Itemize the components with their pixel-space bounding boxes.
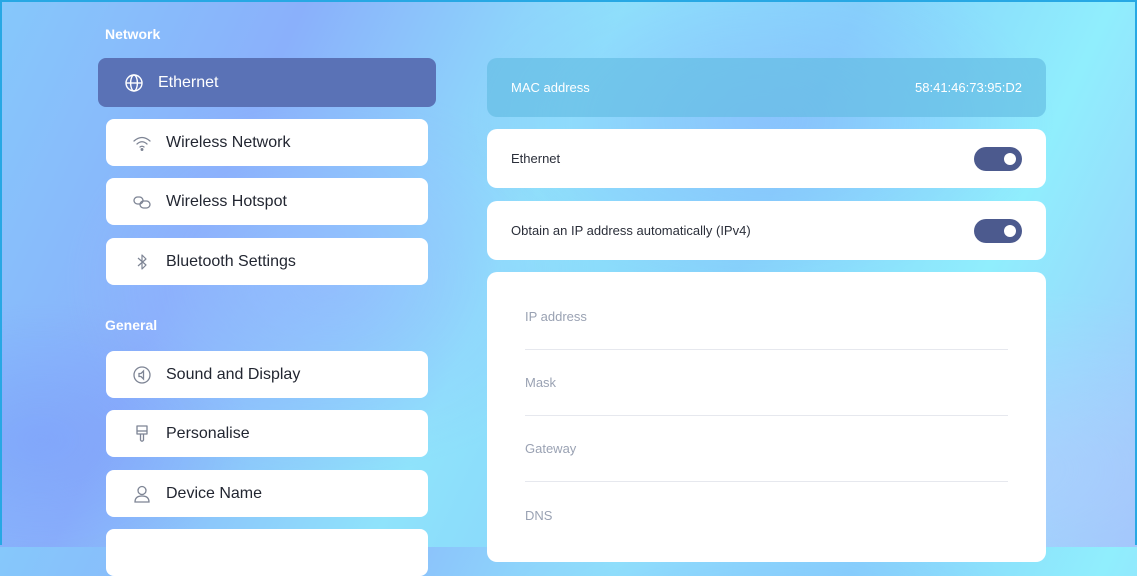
ethernet-toggle-switch[interactable] xyxy=(974,146,1022,171)
sidebar-item-wireless-hotspot[interactable]: Wireless Hotspot xyxy=(106,178,428,225)
sidebar-item-partial[interactable] xyxy=(106,529,428,576)
ethernet-toggle-label: Ethernet xyxy=(511,151,561,166)
toggle-knob xyxy=(1004,152,1016,165)
hotspot-icon xyxy=(132,192,152,212)
ip-address-label: IP address xyxy=(525,309,587,324)
sound-icon xyxy=(132,365,152,385)
toggle-knob xyxy=(1004,224,1016,237)
sidebar-item-label: Wireless Hotspot xyxy=(166,192,287,210)
globe-icon xyxy=(124,73,144,93)
sidebar-item-label: Sound and Display xyxy=(166,365,301,383)
mask-field[interactable]: Mask xyxy=(525,350,1008,416)
dhcp-toggle-label: Obtain an IP address automatically (IPv4… xyxy=(511,223,751,238)
gateway-label: Gateway xyxy=(525,441,577,456)
sidebar-item-wireless-network[interactable]: Wireless Network xyxy=(106,119,428,166)
wifi-icon xyxy=(132,133,152,153)
mac-address-label: MAC address xyxy=(511,80,590,95)
sidebar-item-label: Wireless Network xyxy=(166,133,291,151)
user-icon xyxy=(132,484,152,504)
sidebar-item-ethernet[interactable]: Ethernet xyxy=(98,58,436,107)
section-general-label: General xyxy=(105,317,158,333)
dns-label: DNS xyxy=(525,507,553,523)
section-network-label: Network xyxy=(105,26,161,42)
mac-address-value: 58:41:46:73:95:D2 xyxy=(915,80,1022,95)
sidebar-item-personalise[interactable]: Personalise xyxy=(106,410,428,457)
ip-address-field[interactable]: IP address xyxy=(525,272,1008,350)
sidebar-item-label: Ethernet xyxy=(158,73,219,91)
ip-settings-panel: IP address Mask Gateway DNS xyxy=(487,272,1046,562)
mac-address-row: MAC address 58:41:46:73:95:D2 xyxy=(487,58,1046,117)
sidebar-item-label: Device Name xyxy=(166,484,263,502)
sidebar-item-sound-display[interactable]: Sound and Display xyxy=(106,351,428,398)
brush-icon xyxy=(132,424,152,444)
dns-field[interactable]: DNS xyxy=(525,482,1008,548)
sidebar-item-label: Personalise xyxy=(166,424,250,442)
mask-label: Mask xyxy=(525,375,557,390)
sidebar-item-bluetooth[interactable]: Bluetooth Settings xyxy=(106,238,428,285)
dhcp-toggle-row[interactable]: Obtain an IP address automatically (IPv4… xyxy=(487,201,1046,260)
sidebar-item-label: Bluetooth Settings xyxy=(166,252,296,270)
bluetooth-icon xyxy=(132,252,152,272)
sidebar-item-device-name[interactable]: Device Name xyxy=(106,470,428,517)
ethernet-toggle-row[interactable]: Ethernet xyxy=(487,129,1046,188)
gateway-field[interactable]: Gateway xyxy=(525,416,1008,482)
dhcp-toggle-switch[interactable] xyxy=(974,218,1022,243)
